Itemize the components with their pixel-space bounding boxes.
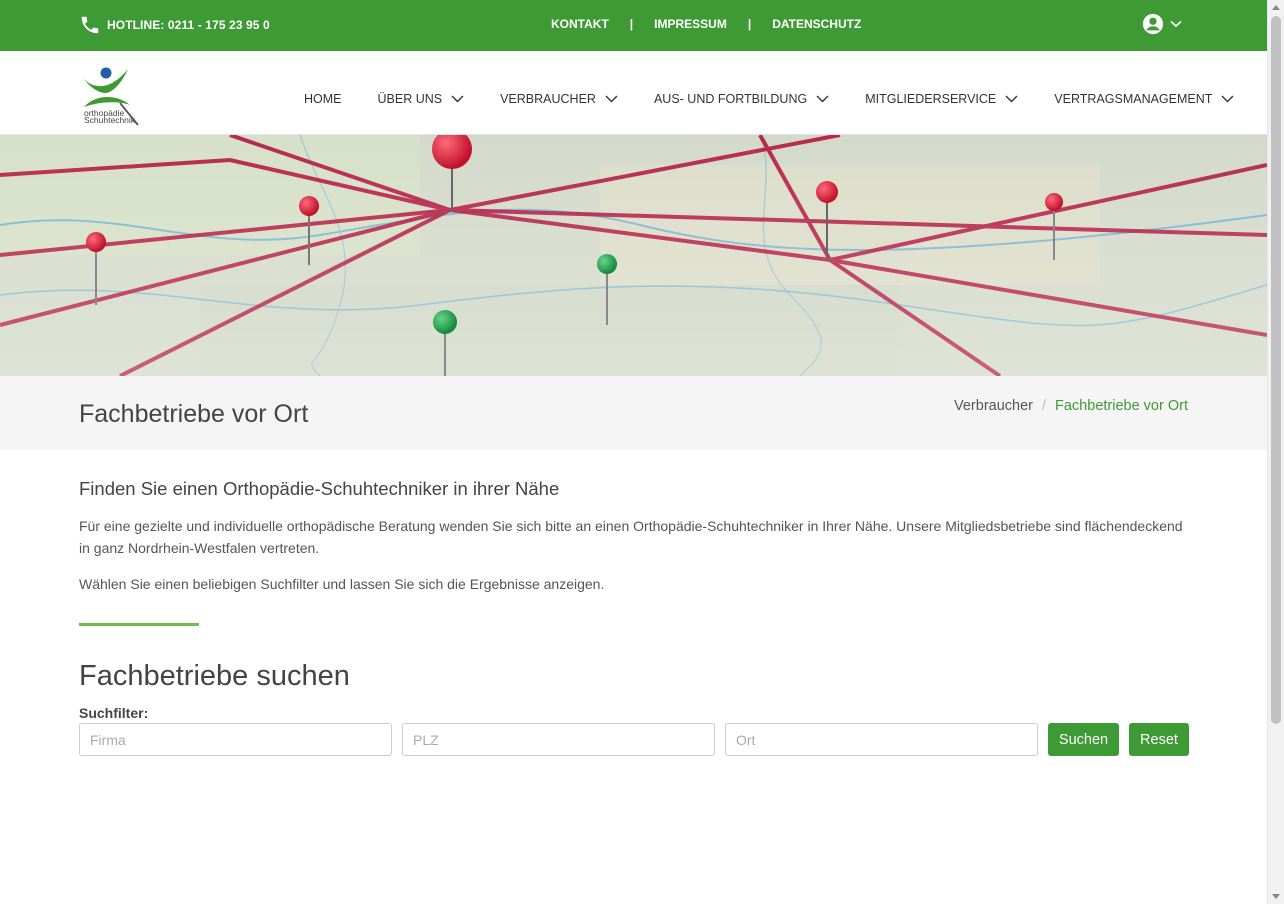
chevron-down-icon — [1221, 95, 1234, 103]
chevron-down-icon — [605, 95, 618, 103]
nav-item-label: VERTRAGSMANAGEMENT — [1054, 92, 1213, 106]
chevron-down-icon — [1005, 95, 1018, 103]
logo-text-2: Schuhtechnik — [84, 115, 136, 125]
page-title-band: Fachbetriebe vor Ort Verbraucher / Fachb… — [0, 376, 1267, 450]
site-logo[interactable]: orthopädie Schuhtechnik — [80, 65, 144, 127]
nav-item-ueber-uns[interactable]: ÜBER UNS — [378, 92, 465, 106]
nav-item-vertragsmanagement[interactable]: VERTRAGSMANAGEMENT — [1054, 92, 1234, 106]
hotline[interactable]: HOTLINE: 0211 - 175 23 95 0 — [79, 14, 270, 36]
nav-item-verbraucher[interactable]: VERBRAUCHER — [500, 92, 618, 106]
top-link-separator: | — [629, 17, 634, 31]
chevron-down-icon — [451, 95, 464, 103]
section-subheading: Finden Sie einen Orthopädie-Schuhtechnik… — [79, 478, 560, 499]
scroll-down-arrow-icon[interactable] — [1272, 894, 1280, 899]
nav-item-label: VERBRAUCHER — [500, 92, 596, 106]
main-navbar: orthopädie Schuhtechnik HOME ÜBER UNS VE… — [0, 51, 1267, 135]
nav-item-label: ÜBER UNS — [377, 92, 443, 106]
nav-item-mitgliederservice[interactable]: MITGLIEDERSERVICE — [865, 92, 1018, 106]
chevron-down-icon — [816, 95, 829, 103]
nav-item-home[interactable]: HOME — [304, 92, 342, 106]
chevron-down-icon — [1170, 20, 1182, 28]
page-title: Fachbetriebe vor Ort — [79, 400, 309, 428]
top-bar: HOTLINE: 0211 - 175 23 95 0 KONTAKT | IM… — [0, 0, 1267, 51]
breadcrumb-item-current: Fachbetriebe vor Ort — [1055, 398, 1188, 414]
scrollbar-thumb[interactable] — [1271, 16, 1281, 724]
instruction-paragraph: Wählen Sie einen beliebigen Suchfilter u… — [79, 576, 605, 592]
main-content: Finden Sie einen Orthopädie-Schuhtechnik… — [79, 478, 1189, 756]
hotline-text: HOTLINE: 0211 - 175 23 95 0 — [107, 18, 270, 32]
intro-paragraph: Für eine gezielte und individuelle ortho… — [79, 518, 1183, 556]
nav-item-aus-fortbildung[interactable]: AUS- UND FORTBILDUNG — [654, 92, 829, 106]
breadcrumb-separator: / — [1041, 398, 1047, 414]
search-button[interactable]: Suchen — [1048, 723, 1119, 756]
top-links: KONTAKT | IMPRESSUM | DATENSCHUTZ — [551, 17, 861, 31]
user-circle-icon — [1142, 13, 1164, 35]
reset-button[interactable]: Reset — [1129, 723, 1189, 756]
phone-icon — [81, 16, 99, 34]
nav-item-label: HOME — [304, 92, 342, 106]
top-link-separator: | — [747, 17, 752, 31]
plz-input[interactable] — [402, 723, 715, 756]
breadcrumb-item-verbraucher[interactable]: Verbraucher — [954, 398, 1033, 414]
link-datenschutz[interactable]: DATENSCHUTZ — [772, 17, 861, 31]
search-filter-row: Suchen Reset — [79, 723, 1189, 756]
search-heading: Fachbetriebe suchen — [79, 660, 350, 692]
scroll-up-arrow-icon[interactable] — [1272, 5, 1280, 10]
hero-map-image — [0, 135, 1267, 376]
filter-label: Suchfilter: — [79, 705, 149, 721]
firma-input[interactable] — [79, 723, 392, 756]
link-impressum[interactable]: IMPRESSUM — [654, 17, 727, 31]
link-kontakt[interactable]: KONTAKT — [551, 17, 609, 31]
main-menu: HOME ÜBER UNS VERBRAUCHER AUS- UND FORTB… — [304, 92, 1234, 106]
nav-item-label: AUS- UND FORTBILDUNG — [653, 92, 808, 106]
breadcrumb: Verbraucher / Fachbetriebe vor Ort — [954, 398, 1188, 414]
map-illustration — [0, 135, 1267, 376]
page-scrollbar[interactable] — [1267, 0, 1284, 904]
section-divider — [79, 623, 199, 626]
user-menu[interactable] — [1142, 13, 1182, 35]
ort-input[interactable] — [725, 723, 1038, 756]
nav-item-label: MITGLIEDERSERVICE — [865, 92, 997, 106]
